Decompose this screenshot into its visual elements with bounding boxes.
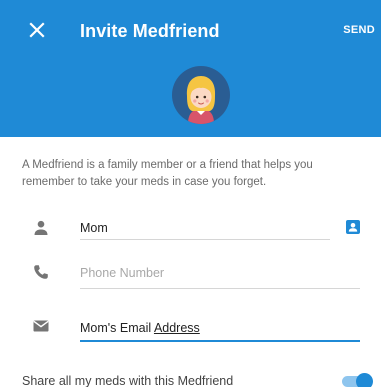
name-value: Mom — [80, 221, 108, 235]
send-button[interactable]: SEND — [343, 23, 375, 37]
email-value-underlined: Address — [153, 321, 200, 335]
person-icon — [32, 219, 50, 237]
email-value-prefix: Mom's Email — [80, 321, 154, 335]
phone-field[interactable]: Phone Number — [80, 264, 330, 282]
page-title: Invite Medfriend — [80, 21, 220, 41]
email-value: Mom's Email Address — [80, 319, 330, 337]
contact-book-icon — [346, 220, 360, 234]
header-bar: Invite Medfriend SEND — [0, 0, 381, 137]
toggle-knob — [356, 373, 373, 387]
email-underline-active — [80, 340, 360, 342]
phone-placeholder: Phone Number — [80, 266, 165, 280]
name-underline — [80, 239, 330, 240]
email-icon — [32, 317, 50, 335]
phone-underline — [80, 288, 360, 289]
contact-picker-button[interactable] — [345, 219, 361, 235]
close-icon — [29, 22, 45, 38]
name-field[interactable]: Mom — [80, 219, 330, 237]
invite-medfriend-screen: Invite Medfriend SEND A Medfriend is a f… — [0, 0, 381, 387]
medfriend-description: A Medfriend is a family member or a frie… — [22, 159, 313, 188]
email-field[interactable]: Mom's Email Address — [80, 319, 330, 337]
close-button[interactable] — [26, 19, 48, 41]
avatar — [172, 66, 230, 124]
phone-icon — [32, 263, 50, 281]
share-meds-label: Share all my meds with this Medfriend — [22, 374, 234, 387]
girl-avatar-icon — [186, 76, 216, 124]
share-meds-toggle[interactable] — [340, 373, 374, 387]
